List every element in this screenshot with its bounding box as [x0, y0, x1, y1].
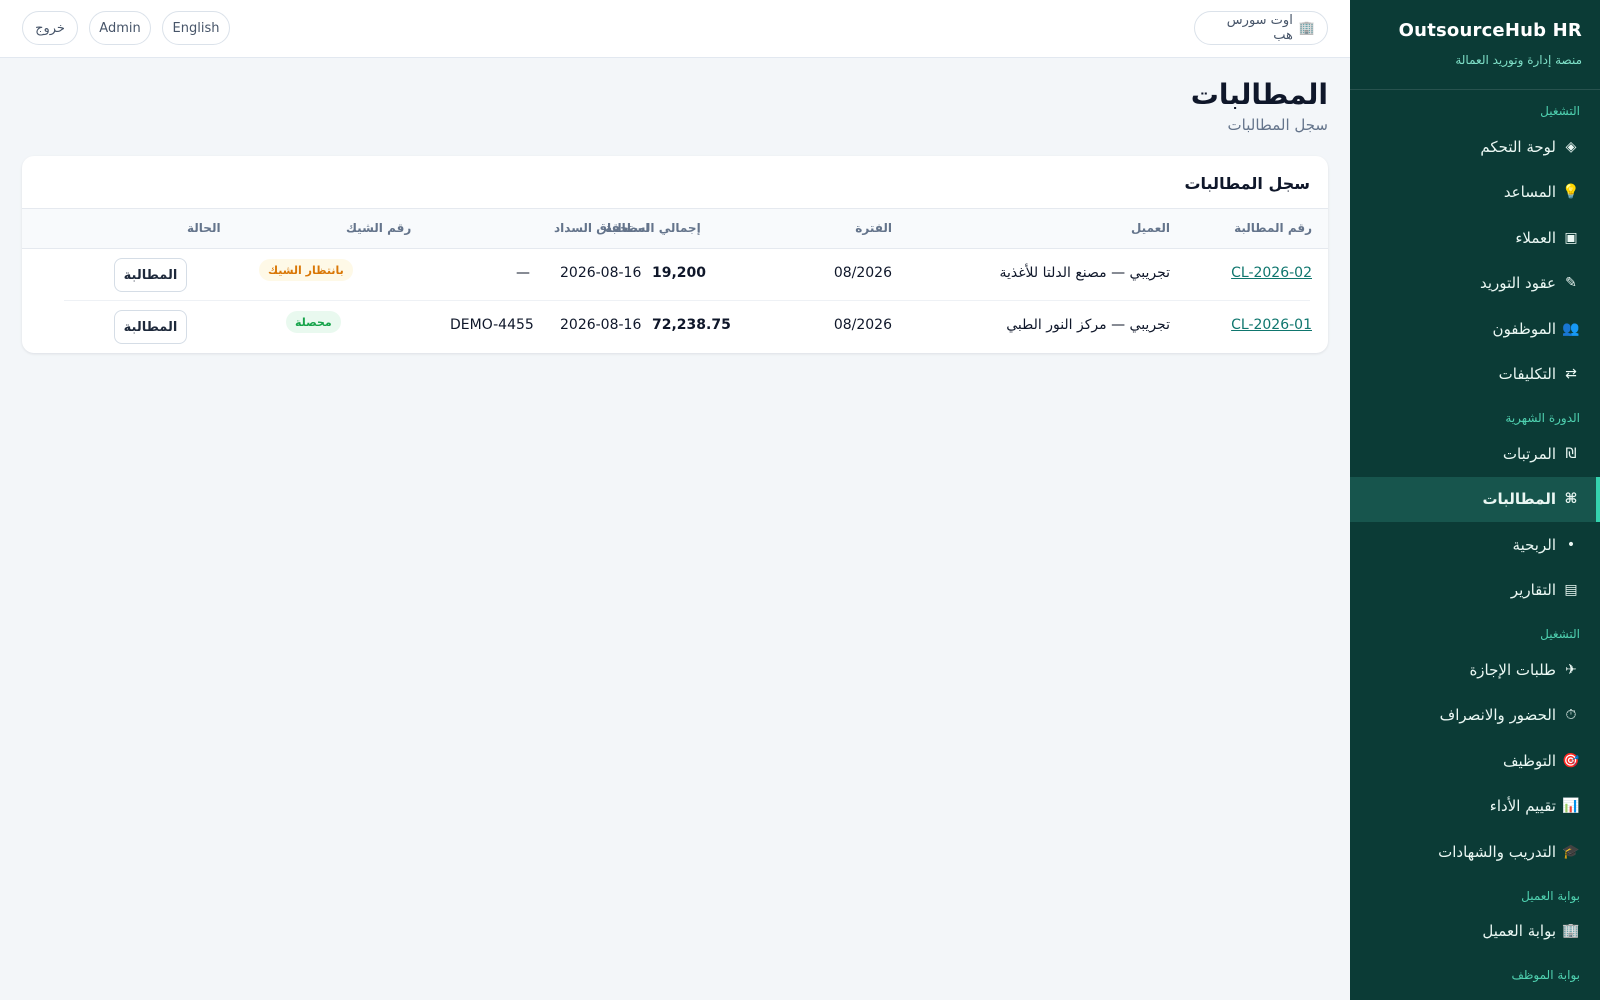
company-switcher[interactable]: 🏢 اوت سورس هب [1194, 11, 1328, 45]
view-claim-button[interactable]: المطالبة [114, 258, 187, 292]
sidebar-item-payroll[interactable]: ₪ المرتبات [1350, 431, 1600, 477]
sidebar-item-label: لوحة التحكم [1480, 137, 1556, 156]
sidebar-item-attendance[interactable]: ⏱ الحضور والانصراف [1350, 693, 1600, 739]
command-icon: ⌘ [1564, 491, 1578, 508]
sidebar-item-recruitment[interactable]: 🎯 التوظيف [1350, 738, 1600, 784]
table-row: CL-2026-02 تجريبي — مصنع الدلتا للأغذية … [22, 249, 1328, 301]
column-header-cheque-no: رقم الشيك [346, 221, 412, 235]
sidebar-item-label: تقييم الأداء [1489, 797, 1556, 816]
sidebar-item-label: المرتبات [1502, 444, 1556, 463]
period-cell: 08/2026 [833, 265, 892, 281]
topbar: 🏢 اوت سورس هب English Admin خروج [0, 0, 1350, 58]
sidebar-item-label: الموظفون [1492, 319, 1556, 338]
brand-subtitle: منصة إدارة وتوريد العمالة [1455, 53, 1582, 67]
client-cell: تجريبي — مركز النور الطبي [1006, 317, 1170, 333]
claim-number-link[interactable]: CL-2026-01 [1231, 317, 1312, 333]
sidebar-item-assistant[interactable]: 💡 المساعد [1350, 170, 1600, 216]
due-date-cell: 2026-08-16 [560, 265, 642, 281]
status-badge: محصلة [286, 311, 341, 333]
column-header-client: العميل [1130, 221, 1170, 235]
building-icon: 🏢 [1298, 20, 1315, 36]
sidebar-item-claims[interactable]: ⌘ المطالبات [1350, 476, 1600, 522]
logout-button[interactable]: خروج [22, 11, 78, 45]
page-title: المطالبات [1190, 78, 1328, 111]
sidebar-item-label: العملاء [1515, 228, 1556, 247]
sidebar-item-leave-requests[interactable]: ✈ طلبات الإجازة [1350, 647, 1600, 693]
sidebar-item-label: الربحية [1512, 535, 1556, 554]
sidebar-item-label: بوابة العميل [1482, 922, 1556, 941]
due-date-cell: 2026-08-16 [560, 317, 642, 333]
chart-icon: 📊 [1562, 798, 1580, 815]
cheque-cell: DEMO-4455 [450, 317, 534, 333]
brand: OutsourceHub HR منصة إدارة وتوريد العمال… [1350, 0, 1600, 90]
reports-icon: ▤ [1564, 582, 1578, 599]
sidebar-item-label: المطالبات [1482, 490, 1556, 509]
dashboard-icon: ◈ [1565, 138, 1577, 155]
claim-number-link[interactable]: CL-2026-02 [1231, 265, 1312, 281]
sidebar-item-clients[interactable]: ▣ العملاء [1350, 215, 1600, 261]
pencil-icon: ✎ [1565, 275, 1577, 292]
nav-section-operations-2: التشغيل [1540, 627, 1580, 641]
sidebar-item-label: التكليفات [1498, 365, 1556, 384]
page-subtitle: سجل المطالبات [1227, 116, 1328, 134]
plane-icon: ✈ [1565, 661, 1577, 678]
sidebar-item-client-portal[interactable]: 🏢 بوابة العميل [1350, 909, 1600, 955]
column-header-status: الحالة [187, 221, 221, 235]
column-header-claim-no: رقم المطالبة [1234, 221, 1312, 235]
user-button[interactable]: Admin [89, 11, 151, 45]
swap-icon: ⇄ [1565, 366, 1577, 383]
sidebar: OutsourceHub HR منصة إدارة وتوريد العمال… [1350, 0, 1600, 1000]
dot-icon: • [1566, 536, 1576, 553]
sidebar-item-performance[interactable]: 📊 تقييم الأداء [1350, 784, 1600, 830]
clients-icon: ▣ [1564, 229, 1578, 246]
nav-section-client-portal: بوابة العميل [1521, 888, 1580, 903]
stopwatch-icon: ⏱ [1565, 707, 1577, 724]
main-content: المطالبات سجل المطالبات سجل المطالبات رق… [0, 58, 1350, 1000]
status-badge: بانتظار الشيك [259, 259, 353, 281]
lightbulb-icon: 💡 [1562, 184, 1580, 201]
sidebar-item-label: المساعد [1503, 183, 1556, 202]
target-icon: 🎯 [1562, 752, 1580, 769]
column-header-due-date: استحقاق السداد [554, 221, 650, 235]
sidebar-item-reports[interactable]: ▤ التقارير [1350, 568, 1600, 614]
table-row: CL-2026-01 تجريبي — مركز النور الطبي 08/… [22, 301, 1328, 353]
period-cell: 08/2026 [833, 317, 892, 333]
sidebar-item-contracts[interactable]: ✎ عقود التوريد [1350, 261, 1600, 307]
sidebar-item-label: عقود التوريد [1479, 274, 1556, 293]
sidebar-item-assignments[interactable]: ⇄ التكليفات [1350, 352, 1600, 398]
people-icon: 👥 [1562, 320, 1580, 337]
sidebar-item-label: الحضور والانصراف [1439, 706, 1556, 725]
claims-card: سجل المطالبات رقم المطالبة العميل الفترة… [22, 156, 1328, 353]
sidebar-item-training[interactable]: 🎓 التدريب والشهادات [1350, 829, 1600, 875]
total-cell: 72,238.75 [652, 317, 731, 333]
building-icon: 🏢 [1562, 923, 1580, 940]
brand-title: OutsourceHub HR [1398, 20, 1582, 41]
nav-section-monthly-cycle: الدورة الشهرية [1505, 411, 1580, 425]
table-header: رقم المطالبة العميل الفترة إجمالي المطال… [22, 208, 1328, 249]
sidebar-item-label: التوظيف [1502, 751, 1556, 770]
view-claim-button[interactable]: المطالبة [114, 310, 187, 344]
total-cell: 19,200 [652, 265, 707, 281]
graduation-cap-icon: 🎓 [1562, 843, 1580, 860]
currency-icon: ₪ [1565, 445, 1577, 462]
sidebar-item-profitability[interactable]: • الربحية [1350, 522, 1600, 568]
column-header-period: الفترة [855, 221, 892, 235]
company-label: اوت سورس هب [1226, 13, 1293, 43]
sidebar-item-label: التقارير [1510, 581, 1556, 600]
sidebar-item-employees[interactable]: 👥 الموظفون [1350, 306, 1600, 352]
nav-section-employee-portal: بوابة الموظف [1511, 968, 1580, 982]
language-button[interactable]: English [162, 11, 230, 45]
card-title: سجل المطالبات [1184, 174, 1310, 193]
cheque-cell: — [516, 265, 530, 281]
nav-section-operations: التشغيل [1540, 104, 1580, 118]
sidebar-item-dashboard[interactable]: ◈ لوحة التحكم [1350, 124, 1600, 170]
client-cell: تجريبي — مصنع الدلتا للأغذية [999, 265, 1170, 281]
sidebar-item-label: التدريب والشهادات [1438, 842, 1556, 861]
sidebar-item-label: طلبات الإجازة [1469, 660, 1556, 679]
